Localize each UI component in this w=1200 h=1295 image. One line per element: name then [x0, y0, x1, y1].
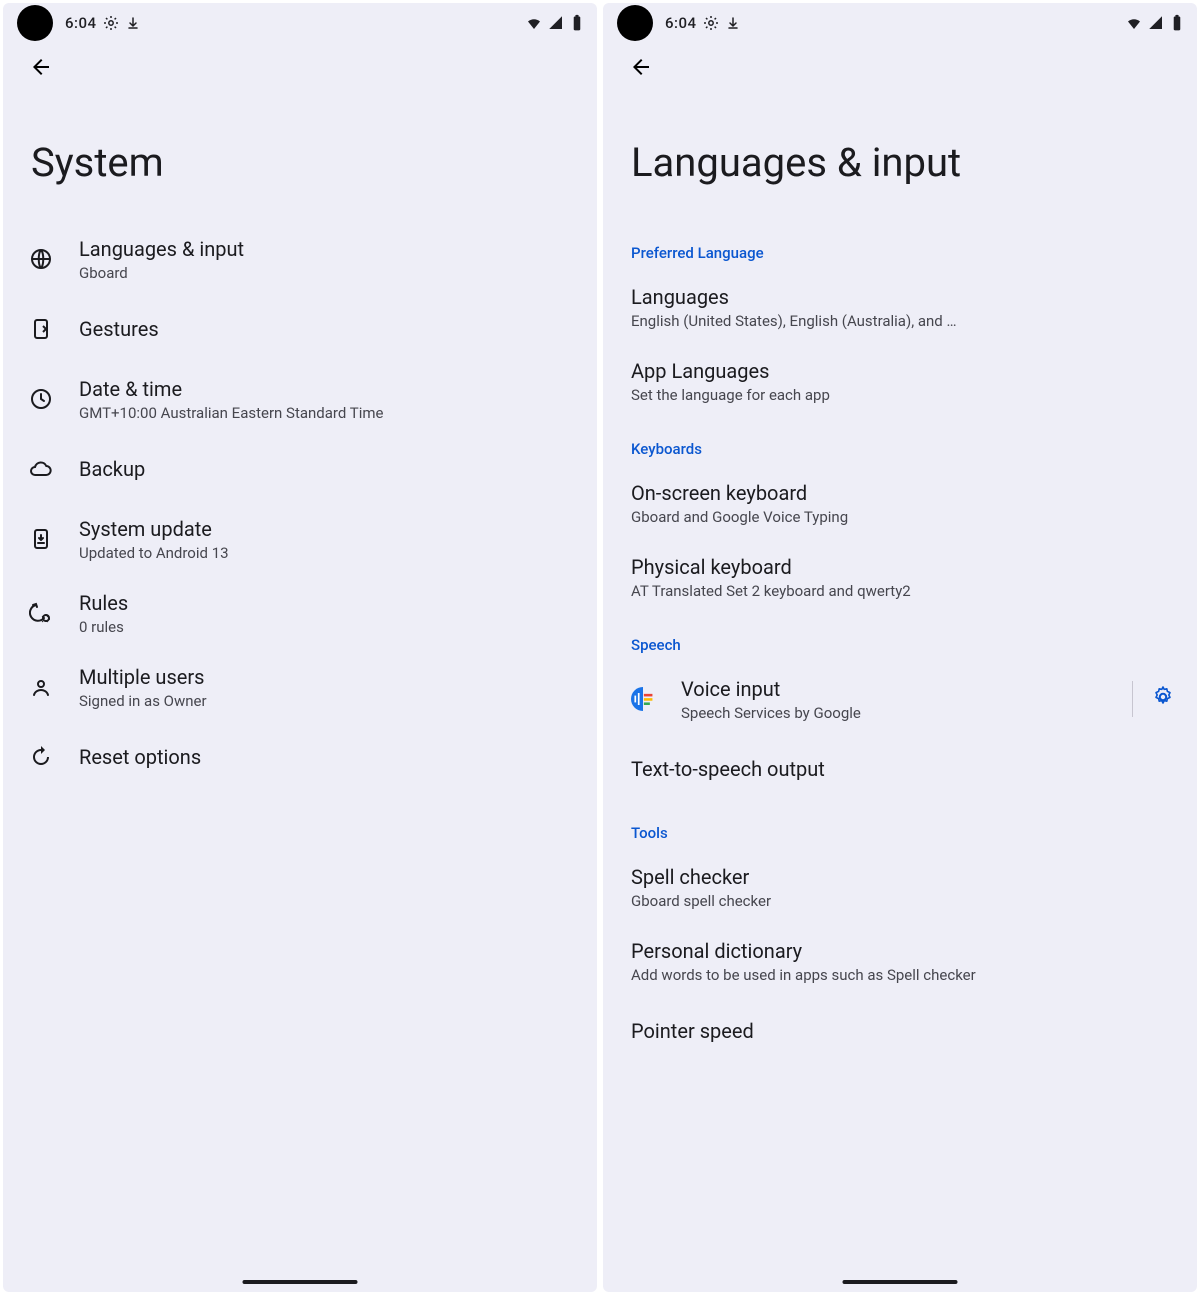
statusbar: 6:04 [3, 3, 597, 43]
cell-signal-icon [1147, 14, 1165, 32]
download-icon [725, 15, 741, 31]
item-title: Physical keyboard [631, 554, 1175, 580]
list-item[interactable]: Multiple users Signed in as Owner [3, 650, 597, 724]
avatar[interactable] [17, 5, 53, 41]
item-subtitle: Gboard spell checker [631, 892, 1175, 910]
settings-list: Preferred Language Languages English (Un… [603, 222, 1197, 1292]
item-subtitle: Gboard [79, 264, 575, 282]
item-title: Gestures [79, 316, 575, 342]
item-subtitle: Speech Services by Google [681, 704, 1120, 722]
nav-indicator[interactable] [243, 1280, 358, 1284]
clock-icon [29, 387, 53, 411]
list-item[interactable]: Languages English (United States), Engli… [603, 270, 1197, 344]
item-title: Text-to-speech output [631, 756, 1175, 782]
section-header: Preferred Language [603, 222, 1197, 270]
list-item[interactable]: On-screen keyboard Gboard and Google Voi… [603, 466, 1197, 540]
cloud-icon [29, 457, 53, 481]
list-item[interactable]: Physical keyboard AT Translated Set 2 ke… [603, 540, 1197, 614]
item-subtitle: Signed in as Owner [79, 692, 575, 710]
list-item[interactable]: Gestures [3, 296, 597, 362]
wifi-icon [525, 14, 543, 32]
gear-icon [1151, 685, 1175, 709]
item-title: Voice input [681, 676, 1120, 702]
item-subtitle: GMT+10:00 Australian Eastern Standard Ti… [79, 404, 575, 422]
battery-icon [571, 14, 583, 32]
item-subtitle: Updated to Android 13 [79, 544, 575, 562]
item-subtitle: Set the language for each app [631, 386, 1175, 404]
item-title: Personal dictionary [631, 938, 1175, 964]
gesture-icon [29, 317, 53, 341]
item-title: Multiple users [79, 664, 575, 690]
item-title: System update [79, 516, 575, 542]
back-icon [29, 55, 53, 79]
cell-signal-icon [547, 14, 565, 32]
screen-system: 6:04 System Languages & input Gboard Ges… [3, 3, 597, 1292]
item-title: Languages & input [79, 236, 575, 262]
back-button[interactable] [21, 47, 61, 87]
settings-running-icon [703, 15, 719, 31]
list-item[interactable]: Spell checker Gboard spell checker [603, 850, 1197, 924]
item-subtitle: Add words to be used in apps such as Spe… [631, 966, 1175, 984]
list-item[interactable]: System update Updated to Android 13 [3, 502, 597, 576]
list-item[interactable]: Backup [3, 436, 597, 502]
list-item[interactable]: Text-to-speech output [603, 736, 1197, 802]
list-item[interactable]: Date & time GMT+10:00 Australian Eastern… [3, 362, 597, 436]
toolbar [3, 43, 597, 91]
item-title: Languages [631, 284, 1175, 310]
battery-icon [1171, 14, 1183, 32]
status-time: 6:04 [665, 14, 697, 32]
toolbar [603, 43, 1197, 91]
rules-icon [29, 601, 53, 625]
page-title: Languages & input [603, 91, 1197, 222]
settings-list: Languages & input Gboard Gestures Date &… [3, 222, 597, 1292]
item-subtitle: AT Translated Set 2 keyboard and qwerty2 [631, 582, 1175, 600]
list-item[interactable]: Personal dictionary Add words to be used… [603, 924, 1197, 998]
screen-languages-input: 6:04 Languages & input Preferred Languag… [603, 3, 1197, 1292]
item-title: Pointer speed [631, 1018, 1175, 1044]
page-title: System [3, 91, 597, 222]
item-title: Date & time [79, 376, 575, 402]
item-title: Backup [79, 456, 575, 482]
divider [1132, 681, 1133, 717]
item-title: On-screen keyboard [631, 480, 1175, 506]
back-icon [629, 55, 653, 79]
item-subtitle: 0 rules [79, 618, 575, 636]
back-button[interactable] [621, 47, 661, 87]
list-item[interactable]: Voice input Speech Services by Google [603, 662, 1197, 736]
nav-indicator[interactable] [843, 1280, 958, 1284]
settings-gear-button[interactable] [1151, 685, 1175, 713]
list-item[interactable]: Pointer speed [603, 998, 1197, 1064]
item-title: Reset options [79, 744, 575, 770]
reset-icon [29, 745, 53, 769]
section-header: Speech [603, 614, 1197, 662]
voice-icon [631, 687, 655, 711]
globe-icon [29, 247, 53, 271]
statusbar: 6:04 [603, 3, 1197, 43]
list-item[interactable]: Languages & input Gboard [3, 222, 597, 296]
list-item[interactable]: Rules 0 rules [3, 576, 597, 650]
status-time: 6:04 [65, 14, 97, 32]
settings-running-icon [103, 15, 119, 31]
item-subtitle: English (United States), English (Austra… [631, 312, 1175, 330]
item-title: App Languages [631, 358, 1175, 384]
avatar[interactable] [617, 5, 653, 41]
download-icon [125, 15, 141, 31]
list-item[interactable]: App Languages Set the language for each … [603, 344, 1197, 418]
item-subtitle: Gboard and Google Voice Typing [631, 508, 1175, 526]
wifi-icon [1125, 14, 1143, 32]
person-icon [29, 675, 53, 699]
item-title: Rules [79, 590, 575, 616]
update-icon [29, 527, 53, 551]
item-title: Spell checker [631, 864, 1175, 890]
section-header: Keyboards [603, 418, 1197, 466]
section-header: Tools [603, 802, 1197, 850]
list-item[interactable]: Reset options [3, 724, 597, 790]
